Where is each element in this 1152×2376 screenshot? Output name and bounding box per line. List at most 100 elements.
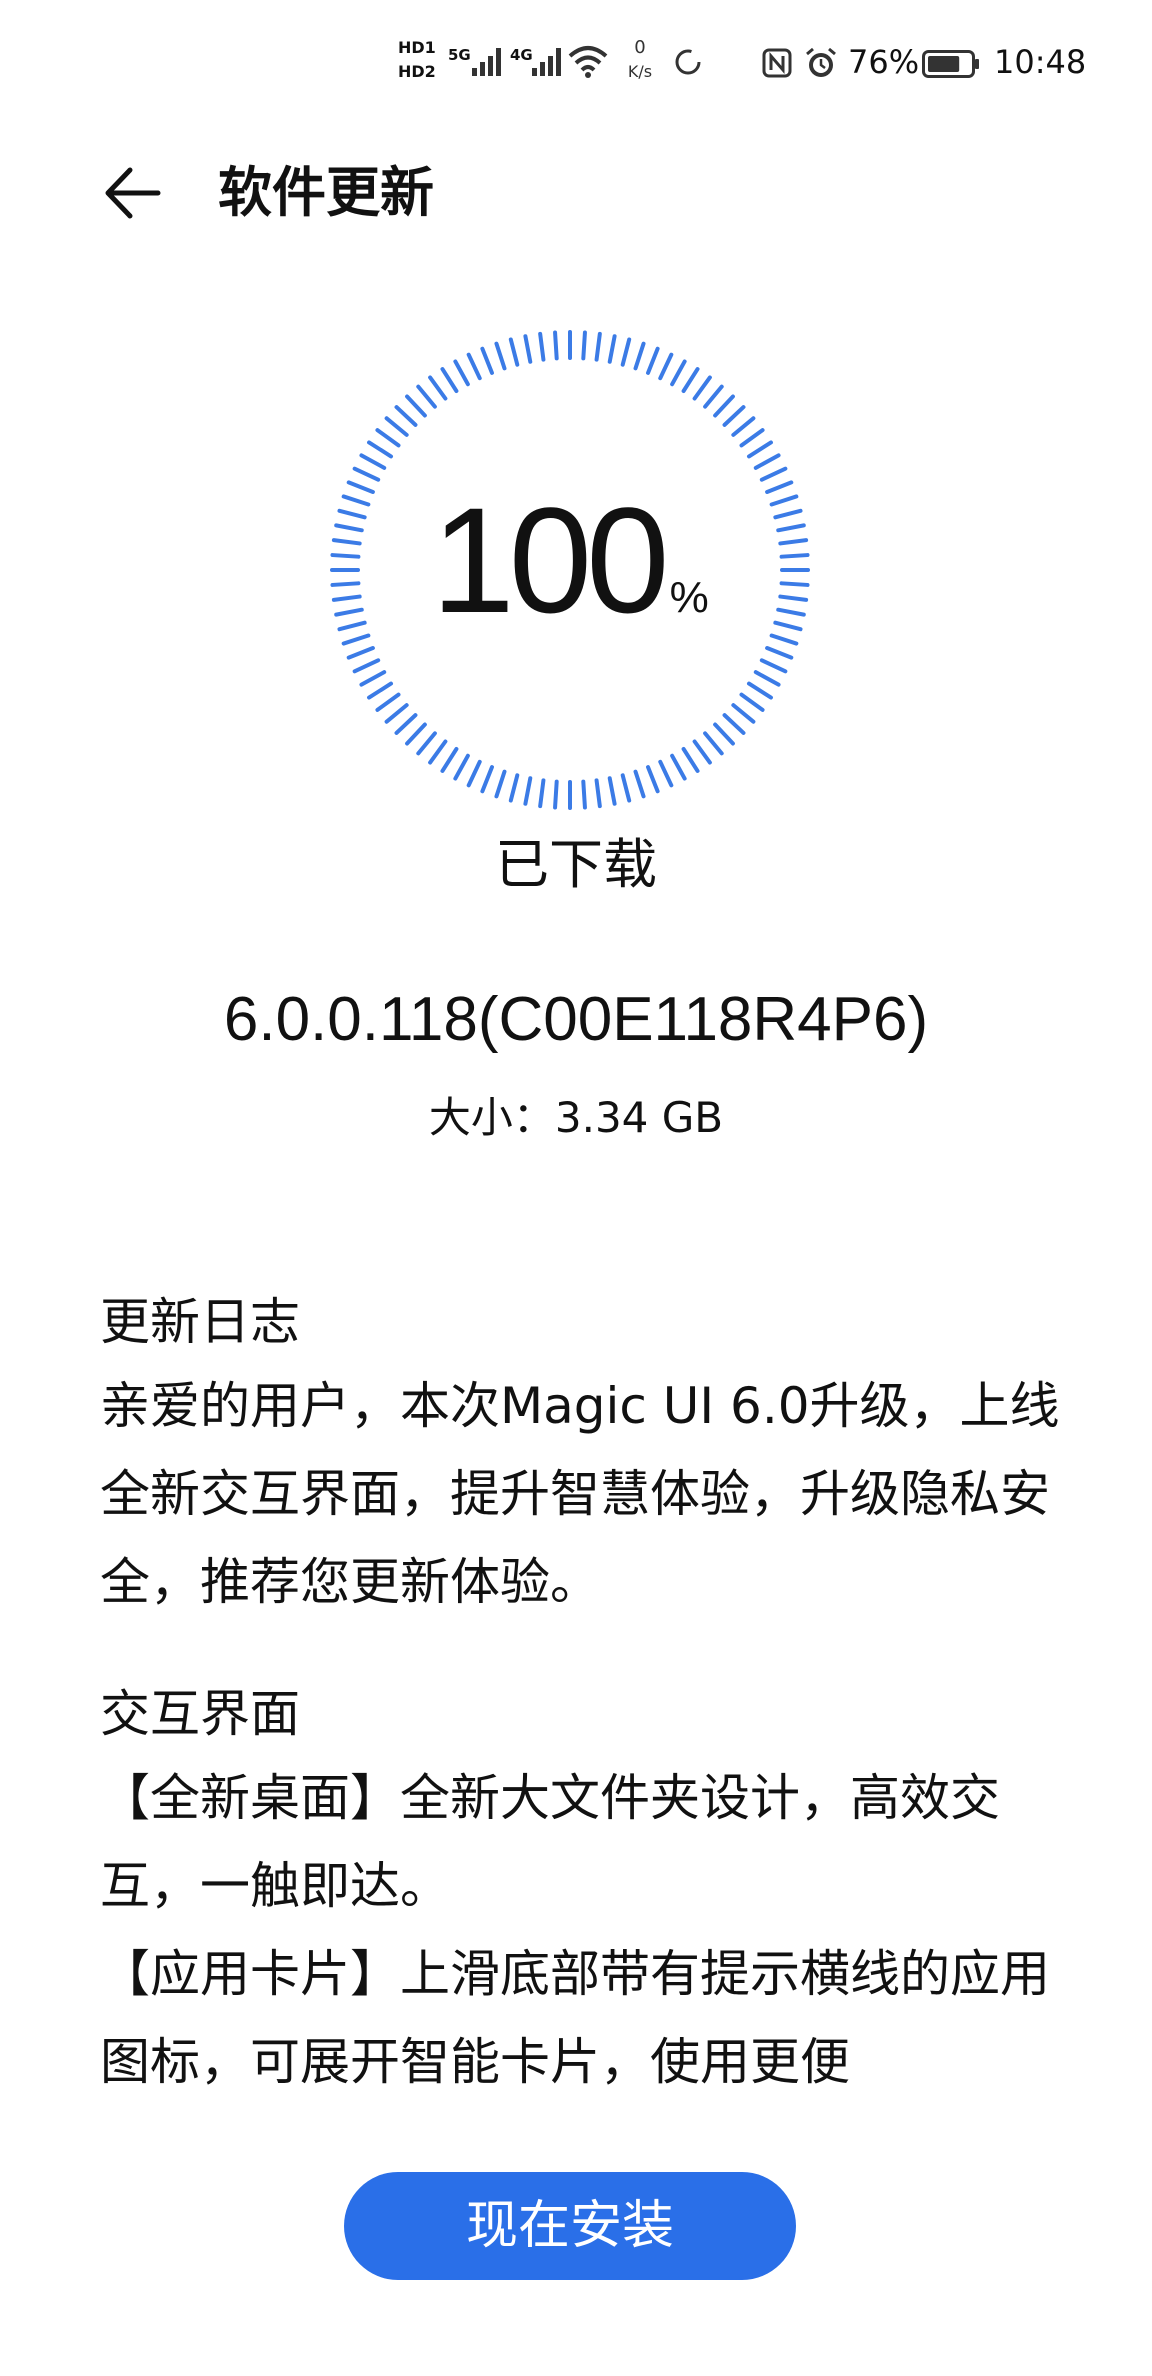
progress-tick [753, 670, 781, 687]
progress-tick [759, 658, 788, 674]
progress-tick [375, 692, 401, 712]
changelog-heading: 更新日志 [100, 1293, 300, 1351]
progress-tick [722, 713, 746, 735]
progress-tick [523, 334, 533, 364]
progress-tick [384, 416, 409, 437]
percent-value: 100 [431, 476, 669, 644]
network-speed: 0 K/s [618, 36, 662, 84]
progress-tick [713, 722, 735, 746]
progress-tick [352, 658, 381, 674]
progress-tick [375, 428, 401, 448]
progress-tick [607, 776, 617, 806]
wifi-icon [568, 46, 608, 78]
download-percent: 100% [330, 480, 810, 640]
progress-tick [731, 416, 756, 437]
install-now-button[interactable]: 现在安装 [344, 2172, 796, 2280]
progress-tick [538, 331, 546, 362]
progress-tick [607, 334, 617, 364]
arrow-left-icon[interactable] [100, 160, 166, 226]
progress-tick [703, 384, 724, 409]
progress-tick [508, 337, 520, 367]
progress-tick [658, 759, 674, 788]
progress-tick [440, 747, 459, 773]
progress-tick [747, 440, 773, 459]
progress-tick [594, 331, 602, 362]
progress-tick [553, 779, 559, 810]
progress-tick [722, 405, 746, 427]
progress-tick [416, 731, 437, 756]
percent-unit: % [669, 573, 709, 622]
progress-tick [692, 375, 712, 401]
progress-tick [670, 359, 687, 387]
progress-tick [620, 337, 632, 367]
network-5g-label: 5G [448, 46, 471, 64]
page-title: 软件更新 [218, 161, 434, 224]
progress-tick [428, 375, 448, 401]
progress-tick [620, 773, 632, 803]
progress-tick [753, 453, 781, 470]
changelog-intro: 亲爱的用户，本次Magic UI 6.0升级，上线全新交互界面，提升智慧体验，升… [100, 1377, 1060, 1611]
progress-tick [394, 713, 418, 735]
hd-voice-indicator: HD1 HD2 [398, 36, 442, 84]
progress-tick [681, 367, 700, 393]
progress-tick [359, 670, 387, 687]
progress-tick [594, 778, 602, 809]
progress-tick [739, 692, 765, 712]
progress-tick [405, 722, 427, 746]
changelog-panel[interactable]: 更新日志 亲爱的用户，本次Magic UI 6.0升级，上线全新交互界面，提升智… [100, 1290, 1060, 2100]
progress-tick [416, 384, 437, 409]
progress-tick [731, 703, 756, 724]
progress-tick [713, 394, 735, 418]
progress-tick [384, 703, 409, 724]
progress-tick [494, 769, 507, 799]
progress-tick [681, 747, 700, 773]
progress-tick [747, 681, 773, 700]
progress-tick [394, 405, 418, 427]
package-size: 大小：3.34 GB [428, 1093, 724, 1142]
progress-tick [405, 394, 427, 418]
signal-icon [472, 48, 501, 76]
progress-tick [692, 739, 712, 765]
progress-tick [739, 428, 765, 448]
progress-tick [581, 779, 587, 810]
progress-tick [538, 778, 546, 809]
progress-tick [367, 440, 393, 459]
changelog-item: 【全新桌面】全新大文件夹设计，高效交互，一触即达。 [100, 1769, 1000, 1915]
progress-tick [352, 466, 381, 482]
progress-tick [553, 330, 559, 361]
progress-tick [480, 346, 494, 375]
signal-icon [532, 48, 561, 76]
changelog-item: 【应用卡片】上滑底部带有提示横线的应用图标，可展开智能卡片，使用更便 [100, 1945, 1050, 2091]
progress-tick [346, 646, 375, 660]
progress-tick [703, 731, 724, 756]
progress-tick [359, 453, 387, 470]
progress-tick [646, 346, 660, 375]
progress-tick [633, 769, 646, 799]
progress-tick [466, 759, 482, 788]
status-bar: HD1 HD2 5G 4G 0 K/s 76% 10:48 [0, 0, 1152, 130]
progress-tick [523, 776, 533, 806]
download-status: 已下载 [495, 833, 657, 896]
sync-ring-icon [675, 49, 701, 75]
progress-tick [759, 466, 788, 482]
progress-tick [633, 341, 646, 371]
progress-tick [453, 359, 470, 387]
hd1-label: HD1 [398, 38, 436, 57]
alarm-icon [806, 47, 836, 77]
hd2-label: HD2 [398, 62, 436, 81]
progress-tick [494, 341, 507, 371]
battery-percent: 76% [848, 43, 920, 81]
progress-tick [658, 352, 674, 381]
speed-unit: K/s [627, 62, 653, 81]
progress-tick [508, 773, 520, 803]
clock-time: 10:48 [994, 43, 1087, 81]
progress-tick [440, 367, 459, 393]
progress-tick [428, 739, 448, 765]
nfc-icon [762, 48, 792, 78]
progress-tick [765, 646, 794, 660]
progress-tick [670, 753, 687, 781]
progress-tick [581, 330, 587, 361]
battery-icon [922, 50, 979, 78]
progress-tick [466, 352, 482, 381]
version-number: 6.0.0.118(C00E118R4P6) [223, 985, 929, 1054]
